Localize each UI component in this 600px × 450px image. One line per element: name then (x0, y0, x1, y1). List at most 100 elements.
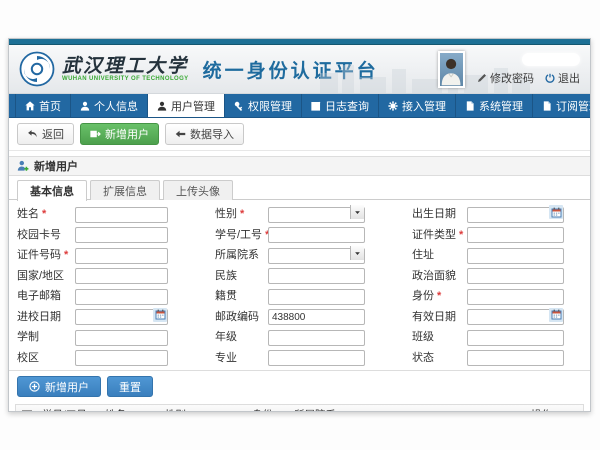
field-text-input[interactable] (467, 227, 564, 243)
username-redacted (522, 53, 580, 66)
field-text-input[interactable] (268, 350, 365, 366)
field-text-input[interactable] (268, 227, 365, 243)
nav-item-access-management[interactable]: 接入管理 (379, 94, 456, 117)
plus-circle-icon (29, 381, 40, 392)
field-label-16: 邮政编码 (215, 308, 268, 324)
field-text-input[interactable] (268, 289, 365, 305)
nav-item-label: 日志查询 (325, 98, 369, 114)
check-square-icon (311, 101, 321, 111)
university-name-en: WUHAN UNIVERSITY OF TECHNOLOGY (62, 76, 189, 82)
tab-basic-info[interactable]: 基本信息 (17, 180, 87, 201)
field-cell-5 (467, 225, 564, 244)
calendar-icon[interactable] (153, 308, 167, 322)
field-text-input[interactable] (75, 207, 168, 223)
field-label-10: 民族 (215, 267, 268, 283)
user-table-header: 学号/工号姓名性别身份所属院系操作 (16, 405, 583, 412)
add-user-toolbar-button[interactable]: 新增用户 (80, 123, 159, 145)
field-cell-17 (467, 307, 564, 326)
reset-button[interactable]: 重置 (107, 376, 153, 397)
field-text-input[interactable] (467, 268, 564, 284)
field-label-7: 所属院系 (215, 246, 268, 262)
logout-link[interactable]: 退出 (545, 70, 580, 86)
tab-upload-avatar[interactable]: 上传头像 (163, 180, 233, 200)
field-text-input[interactable] (75, 227, 168, 243)
field-text-input[interactable] (75, 248, 168, 264)
field-text-input[interactable] (467, 289, 564, 305)
page-icon (542, 101, 552, 111)
form-actions: 新增用户 重置 (9, 371, 590, 401)
submit-add-user-button[interactable]: 新增用户 (17, 376, 101, 397)
field-text-input[interactable] (75, 268, 168, 284)
user-icon (157, 101, 167, 111)
main-nav: 首页 个人信息用户管理权限管理 日志查询接入管理 系统管理 订阅管理 (9, 94, 590, 118)
field-label-6: 证件号码* (17, 246, 75, 262)
toolbar: 返回 新增用户 数据导入 (9, 118, 590, 151)
field-text-input[interactable] (75, 330, 168, 346)
field-text-input[interactable] (268, 330, 365, 346)
chevron-down-icon[interactable] (350, 205, 364, 219)
field-text-input[interactable] (75, 350, 168, 366)
nav-item-subscription-management[interactable]: 订阅管理 (533, 94, 591, 117)
import-arrow-icon (175, 129, 186, 139)
calendar-icon[interactable] (549, 308, 563, 322)
change-password-link[interactable]: 修改密码 (477, 70, 534, 86)
add-user-icon (17, 160, 29, 172)
field-cell-1 (268, 204, 365, 223)
field-label-1: 性别* (215, 205, 268, 221)
field-cell-16 (268, 307, 365, 326)
nav-item-log-query[interactable]: 日志查询 (302, 94, 379, 117)
table-column-header-3: 身份 (248, 407, 290, 412)
table-column-header-1: 姓名 (101, 407, 161, 412)
reset-label: 重置 (119, 379, 141, 395)
field-cell-8 (467, 245, 564, 264)
back-button[interactable]: 返回 (17, 123, 74, 145)
field-label-11: 政治面貌 (412, 267, 467, 283)
field-label-20: 班级 (412, 328, 467, 344)
field-cell-12 (75, 286, 168, 305)
nav-item-system-management[interactable]: 系统管理 (456, 94, 533, 117)
add-user-toolbar-label: 新增用户 (105, 126, 149, 142)
chevron-down-icon[interactable] (350, 246, 364, 260)
field-cell-22 (268, 348, 365, 367)
nav-item-home[interactable]: 首页 (15, 94, 71, 117)
nav-item-personal-info[interactable]: 个人信息 (71, 94, 148, 117)
field-text-input[interactable] (467, 350, 564, 366)
field-cell-7 (268, 245, 365, 264)
field-cell-21 (75, 348, 168, 367)
page-icon (465, 101, 475, 111)
pencil-icon (477, 73, 487, 83)
nav-item-user-management[interactable]: 用户管理 (148, 94, 225, 117)
required-asterisk: * (240, 208, 244, 220)
nav-item-permission-management[interactable]: 权限管理 (225, 94, 302, 117)
tab-extended-info[interactable]: 扩展信息 (90, 180, 160, 200)
university-name: 武汉理工大学 (62, 57, 189, 76)
back-label: 返回 (42, 126, 64, 142)
field-text-input[interactable] (467, 330, 564, 346)
section-title: 新增用户 (34, 158, 78, 174)
field-label-3: 校园卡号 (17, 226, 75, 242)
field-label-18: 学制 (17, 328, 75, 344)
field-text-input[interactable] (467, 248, 564, 264)
export-icon (90, 129, 101, 139)
field-text-input[interactable] (268, 309, 365, 325)
table-column-header-2: 性别 (161, 407, 248, 412)
field-label-17: 有效日期 (412, 308, 467, 324)
field-text-input[interactable] (75, 289, 168, 305)
field-label-5: 证件类型* (412, 226, 467, 242)
section-header: 新增用户 (9, 156, 590, 176)
nav-item-label: 系统管理 (479, 98, 523, 114)
field-cell-9 (75, 266, 168, 285)
field-text-input[interactable] (268, 268, 365, 284)
field-label-0: 姓名* (17, 205, 75, 221)
nav-item-label: 订阅管理 (556, 98, 591, 114)
field-cell-10 (268, 266, 365, 285)
select-all-checkbox[interactable] (22, 410, 32, 413)
field-label-13: 籍贯 (215, 287, 268, 303)
nav-item-label: 个人信息 (94, 98, 138, 114)
field-cell-0 (75, 204, 168, 223)
data-import-button[interactable]: 数据导入 (165, 123, 244, 145)
calendar-icon[interactable] (549, 205, 563, 219)
submit-label: 新增用户 (45, 379, 89, 395)
key-icon (234, 101, 244, 111)
field-cell-15 (75, 307, 168, 326)
